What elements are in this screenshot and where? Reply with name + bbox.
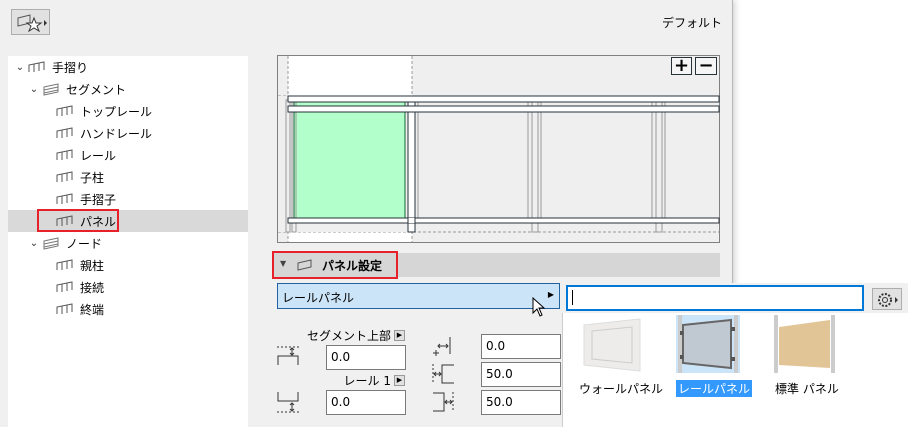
- tree-item[interactable]: レール: [8, 144, 248, 166]
- tree-item-icon: [56, 105, 73, 116]
- tree-item[interactable]: ⌄ 手摺り: [8, 56, 248, 78]
- popup-item-label[interactable]: レールパネル: [676, 380, 753, 397]
- rail1-menu-button[interactable]: ▶: [394, 375, 405, 386]
- tree-item-label: ノード: [66, 236, 103, 251]
- tree-item-icon: [56, 149, 73, 160]
- popup-settings-button[interactable]: [872, 288, 902, 310]
- tree-item-label: 接続: [80, 280, 105, 295]
- favorites-star-icon: [17, 14, 47, 33]
- text-caret: [572, 290, 573, 305]
- panel-offset-icon: [433, 337, 451, 356]
- tree-item-label: 手摺子: [80, 192, 117, 207]
- chevron-down-icon[interactable]: ⌄: [28, 238, 40, 249]
- mouse-cursor-icon: [532, 297, 546, 317]
- tree-item-label: 終端: [80, 302, 105, 317]
- popup-search-input[interactable]: [566, 285, 864, 311]
- segment-top-label: セグメント上部: [306, 329, 391, 343]
- right-gap-input[interactable]: 50.0: [481, 390, 561, 415]
- preset-name: デフォルト: [661, 16, 722, 30]
- tree-item-icon: [56, 259, 73, 270]
- tree-item-label: セグメント: [66, 82, 127, 97]
- tree-item-icon: [56, 127, 73, 138]
- chevron-down-icon[interactable]: ⌄: [28, 84, 40, 95]
- tree-item-label: トップレール: [80, 104, 153, 119]
- tree-item-label: 親柱: [80, 258, 105, 273]
- tree-item[interactable]: ハンドレール: [8, 122, 248, 144]
- tree-item-label: ハンドレール: [80, 126, 153, 141]
- tree-item-label: 子柱: [80, 170, 105, 185]
- chevron-down-icon[interactable]: ⌄: [14, 62, 26, 73]
- tree-item[interactable]: ⌄ セグメント: [8, 78, 248, 100]
- tree-item-label: 手摺り: [52, 60, 89, 75]
- tree-item[interactable]: 手摺子: [8, 188, 248, 210]
- tree-item[interactable]: 接続: [8, 276, 248, 298]
- tree-item-icon: [56, 303, 73, 314]
- tree-item-icon: [43, 83, 59, 96]
- tree-item-icon: [56, 171, 73, 182]
- popup-item-label[interactable]: ウォールパネル: [577, 380, 665, 397]
- gear-icon: [878, 293, 898, 307]
- tree-item[interactable]: 終端: [8, 298, 248, 320]
- tree-item-icon: [43, 237, 59, 250]
- zoom-out-button[interactable]: −: [695, 57, 717, 75]
- rail-panel-thumbnail[interactable]: [676, 315, 740, 373]
- rail1-input[interactable]: 0.0: [326, 390, 406, 415]
- popup-item-label[interactable]: 標準 パネル: [773, 380, 841, 397]
- panel-type-dropdown[interactable]: レールパネル ▶: [277, 283, 560, 309]
- section-title: パネル設定: [322, 259, 383, 273]
- right-gap-icon: [433, 392, 454, 412]
- submenu-arrow-icon: ▶: [547, 290, 554, 299]
- segment-top-menu-button[interactable]: ▶: [394, 330, 405, 341]
- left-gap-input[interactable]: 50.0: [481, 362, 561, 387]
- rail1-label: レール 1: [343, 374, 391, 388]
- panel-offset-input[interactable]: 0.0: [481, 334, 561, 359]
- wall-panel-thumbnail[interactable]: [580, 315, 644, 373]
- tree-item[interactable]: トップレール: [8, 100, 248, 122]
- tree-item[interactable]: 親柱: [8, 254, 248, 276]
- favorites-button[interactable]: [11, 9, 50, 35]
- tree-item[interactable]: 子柱: [8, 166, 248, 188]
- selection-highlight: [37, 209, 119, 232]
- tree-item[interactable]: ⌄ ノード: [8, 232, 248, 254]
- standard-panel-thumbnail[interactable]: [773, 315, 837, 373]
- preview-diagram: + −: [277, 55, 720, 243]
- bottom-offset-icon: [277, 392, 299, 413]
- panel-type-value: レールパネル: [282, 291, 355, 305]
- top-offset-icon: [277, 346, 299, 365]
- left-gap-icon: [432, 364, 454, 384]
- tree-item-icon: [56, 281, 73, 292]
- selected-panel: [293, 101, 406, 220]
- segment-top-input[interactable]: 0.0: [326, 345, 406, 370]
- tree-item-icon: [28, 61, 45, 72]
- zoom-in-button[interactable]: +: [671, 57, 692, 75]
- tree-item-label: レール: [80, 148, 117, 163]
- element-tree: ⌄ 手摺り ⌄ セグメント トップレール ハンドレール レール 子柱 手摺子 パネル ⌄ ノード 親柱接…: [8, 56, 248, 427]
- tree-item-icon: [56, 193, 73, 204]
